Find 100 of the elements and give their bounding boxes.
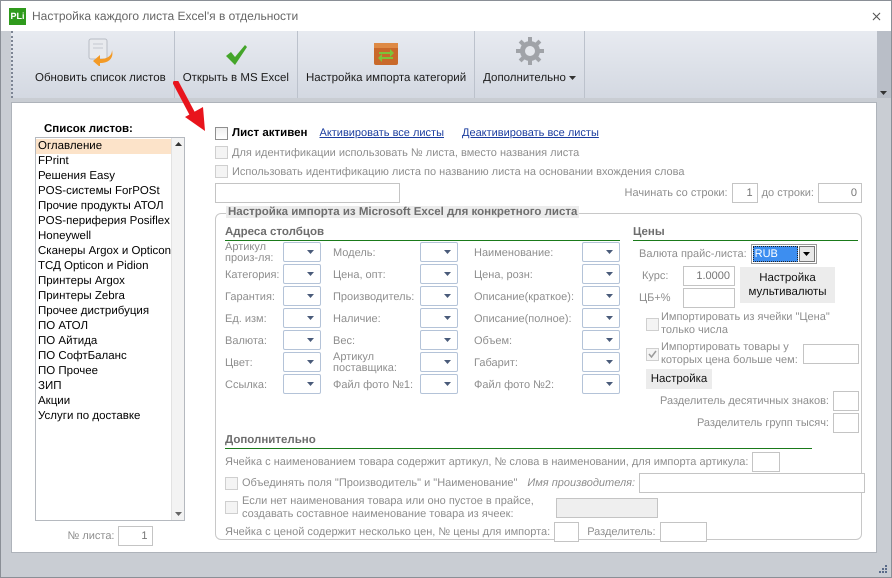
- list-item[interactable]: Прочие продукты АТОЛ: [36, 199, 172, 214]
- column-dropdown[interactable]: [283, 308, 321, 328]
- field-label: Ссылка:: [225, 378, 268, 392]
- field-label: Разделитель:: [587, 526, 656, 538]
- field-label: ЦБ+%: [639, 292, 672, 304]
- column-dropdown[interactable]: [283, 330, 321, 350]
- box-arrows-icon: [373, 40, 400, 66]
- input-field[interactable]: [833, 413, 859, 433]
- dropdown-arrow-icon: [880, 91, 887, 95]
- checkbox[interactable]: [225, 501, 238, 514]
- toolbar-button[interactable]: Настройка импорта категорий: [298, 31, 476, 98]
- column-dropdown[interactable]: [582, 352, 620, 372]
- column-dropdown[interactable]: [420, 308, 458, 328]
- close-icon[interactable]: [870, 10, 883, 22]
- input-field[interactable]: 1: [732, 183, 758, 203]
- list-item[interactable]: Сканеры Argox и Opticon: [36, 244, 172, 259]
- multicurrency-button[interactable]: Настройка мультивалюты: [740, 267, 835, 303]
- scroll-down-icon[interactable]: [174, 512, 182, 516]
- dropdown-arrow-icon: [444, 250, 451, 254]
- field-label: до строки:: [762, 187, 814, 199]
- list-item[interactable]: ПО Айтида: [36, 334, 172, 349]
- gear-icon: [514, 36, 545, 66]
- list-item[interactable]: FPrint: [36, 154, 172, 169]
- list-item[interactable]: ПО СофтБаланс: [36, 349, 172, 364]
- input-field[interactable]: [639, 473, 866, 493]
- checkbox-label: Объединять поля "Производитель" и "Наименование": [242, 477, 518, 489]
- column-dropdown[interactable]: [420, 352, 458, 372]
- field-label: Цена, опт:: [332, 268, 387, 282]
- column-dropdown[interactable]: [582, 330, 620, 350]
- toolbar-overflow-button[interactable]: [877, 31, 891, 98]
- list-item[interactable]: Honeywell: [36, 229, 172, 244]
- resize-grip-icon[interactable]: [879, 565, 887, 573]
- list-item[interactable]: ТСД Opticon и Pidion: [36, 259, 172, 274]
- section-title: Дополнительно: [225, 434, 812, 449]
- toolbar-button[interactable]: Дополнительно: [475, 31, 585, 98]
- input-field[interactable]: [803, 344, 859, 364]
- column-dropdown[interactable]: [582, 374, 620, 394]
- toolbar-button[interactable]: Обновить список листов: [27, 31, 175, 98]
- input-field[interactable]: [554, 522, 580, 542]
- field-label: Курс:: [641, 270, 670, 282]
- column-dropdown[interactable]: [283, 286, 321, 306]
- input-field[interactable]: 1.0000: [683, 266, 735, 286]
- checkbox[interactable]: [646, 348, 659, 360]
- column-dropdown[interactable]: [582, 286, 620, 306]
- list-item[interactable]: POS-периферия Posiflex: [36, 214, 172, 229]
- input-field[interactable]: [833, 391, 859, 411]
- column-dropdown[interactable]: [283, 264, 321, 284]
- checkbox[interactable]: [646, 318, 659, 330]
- column-dropdown[interactable]: [283, 374, 321, 394]
- list-item[interactable]: ЗИП: [36, 379, 172, 394]
- checkbox-label: Лист активен: [232, 127, 308, 139]
- list-item[interactable]: Решения Easy: [36, 169, 172, 184]
- list-item[interactable]: Принтеры Argox: [36, 274, 172, 289]
- field-label: Разделитель десятичных знаков:: [660, 395, 829, 407]
- list-item[interactable]: ПО Прочее: [36, 364, 172, 379]
- checkbox[interactable]: [215, 126, 228, 140]
- scroll-up-icon[interactable]: [174, 142, 182, 146]
- field-label: Ячейка с ценой содержит несколько цен, № цены для импорта:: [225, 526, 550, 538]
- checkbox-label: Импортировать из ячейки "Цена" только числа: [661, 311, 831, 337]
- column-dropdown[interactable]: [420, 264, 458, 284]
- list-item[interactable]: Прочее дистрибуция: [36, 304, 172, 319]
- column-dropdown[interactable]: [582, 242, 620, 262]
- field-label: Габарит:: [473, 356, 519, 370]
- list-item[interactable]: Принтеры Zebra: [36, 289, 172, 304]
- section-title: Цены: [633, 226, 858, 241]
- checkbox[interactable]: [225, 476, 238, 490]
- list-item[interactable]: POS-системы ForPOSt: [36, 184, 172, 199]
- field-label: Наличие:: [332, 312, 382, 326]
- column-dropdown[interactable]: [283, 352, 321, 372]
- field-label: Объем:: [473, 334, 514, 348]
- column-dropdown[interactable]: [420, 374, 458, 394]
- column-dropdown[interactable]: [582, 308, 620, 328]
- list-title: Список листов:: [43, 123, 134, 137]
- settings-button[interactable]: Настройка: [646, 369, 712, 389]
- field-label: Описание(полное):: [473, 312, 573, 326]
- list-item[interactable]: Оглавление: [36, 139, 172, 154]
- input-field[interactable]: 1: [118, 526, 152, 546]
- input-field[interactable]: [215, 183, 400, 203]
- column-dropdown[interactable]: [582, 264, 620, 284]
- input-field[interactable]: 0: [818, 183, 862, 203]
- list-item[interactable]: Услуги по доставке: [36, 409, 172, 424]
- list-item[interactable]: ПО АТОЛ: [36, 319, 172, 334]
- dropdown-arrow-icon: [444, 338, 451, 342]
- input-field[interactable]: [752, 452, 780, 472]
- field-label: Начинать со строки:: [624, 187, 728, 199]
- input-field[interactable]: [660, 522, 707, 542]
- column-dropdown[interactable]: [283, 242, 321, 262]
- field-label: № листа:: [67, 530, 114, 542]
- field-label: Файл фото №2:: [473, 378, 556, 392]
- column-dropdown[interactable]: [420, 242, 458, 262]
- column-dropdown[interactable]: [420, 286, 458, 306]
- checkbox-label: Импортировать товары у которых цена больше чем:: [661, 341, 799, 367]
- column-dropdown[interactable]: [420, 330, 458, 350]
- dropdown-arrow-icon: [606, 382, 613, 386]
- list-item[interactable]: Акции: [36, 394, 172, 409]
- link[interactable]: Активировать все листы: [319, 127, 444, 139]
- link[interactable]: Деактивировать все листы: [462, 127, 599, 139]
- toolbar-button[interactable]: Открыть в MS Excel: [174, 31, 298, 98]
- input-field[interactable]: [683, 288, 735, 308]
- dropdown-arrow-icon: [568, 76, 576, 80]
